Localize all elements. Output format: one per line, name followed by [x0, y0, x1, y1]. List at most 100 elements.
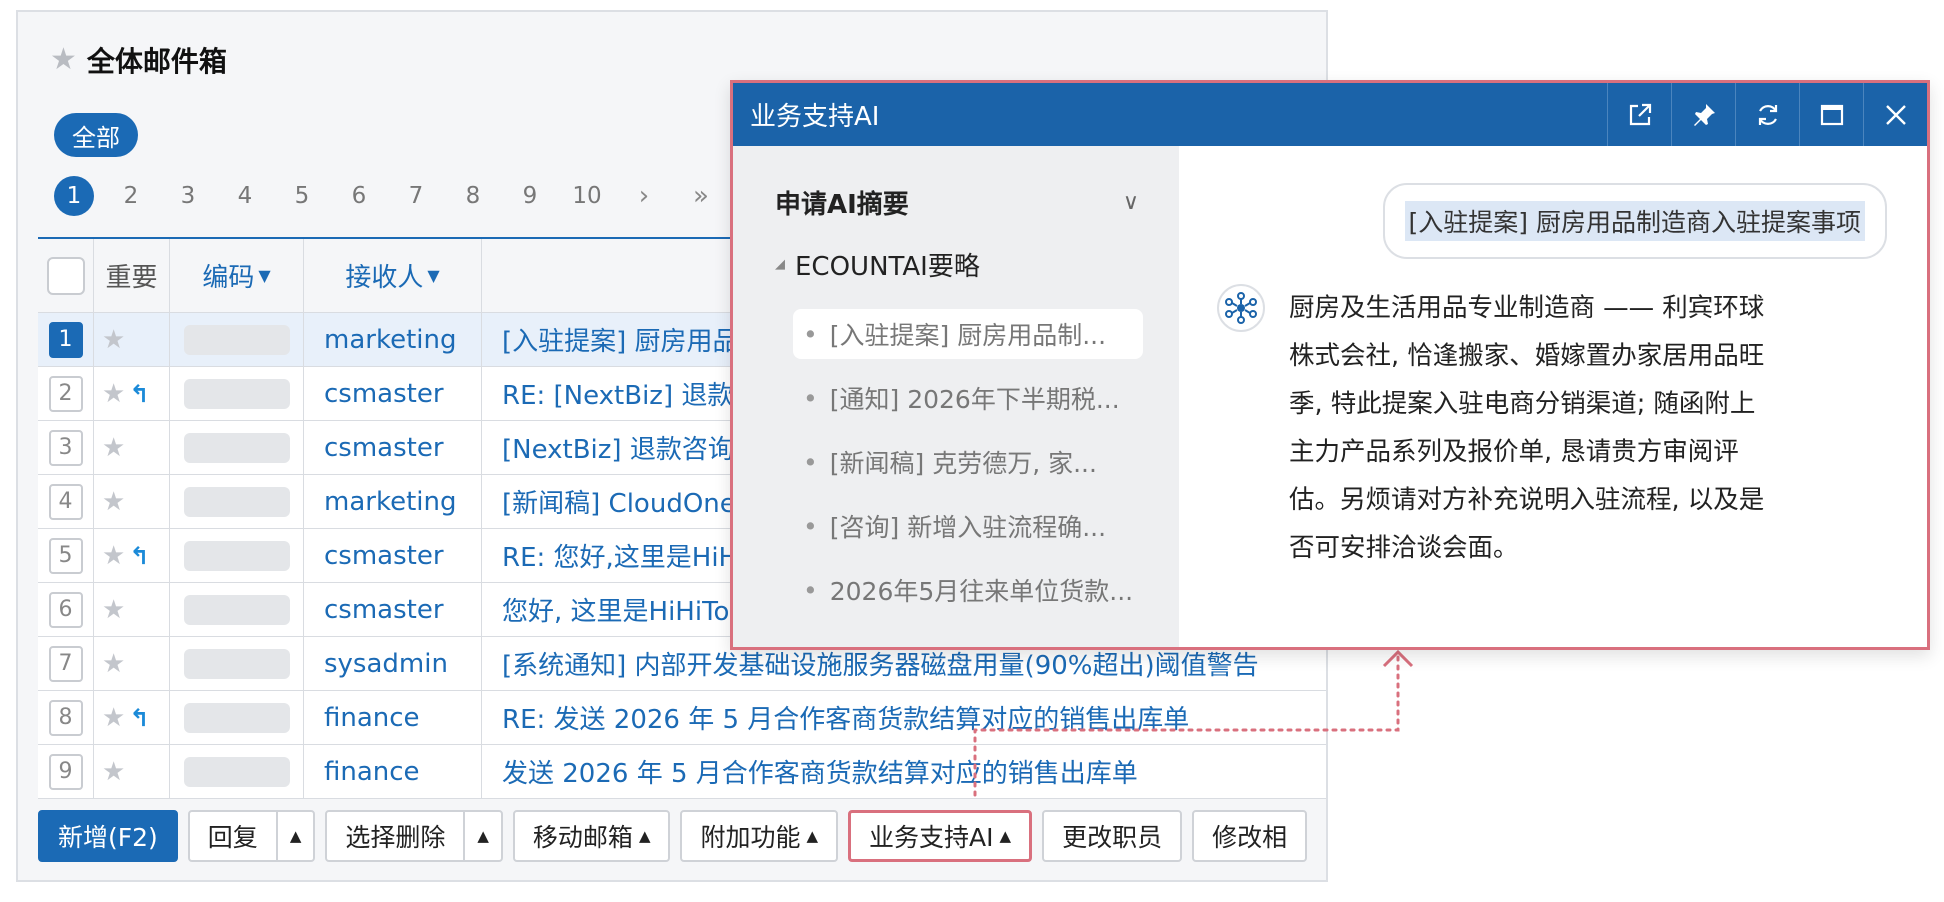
recipient-cell[interactable]: csmaster	[304, 367, 482, 420]
code-placeholder	[183, 594, 290, 625]
header-code[interactable]: 编码 ▼	[170, 239, 304, 312]
chevron-down-icon: ∨	[1122, 189, 1139, 215]
star-icon[interactable]: ★	[102, 433, 125, 463]
mailbox-title: 全体邮件箱	[86, 45, 227, 78]
page-4[interactable]: 4	[225, 176, 265, 216]
open-external-icon[interactable]	[1607, 83, 1671, 146]
subject-cell[interactable]: 发送 2026 年 5 月合作客商货款结算对应的销售出库单	[482, 745, 1326, 798]
new-button[interactable]: 新增(F2)	[38, 810, 178, 862]
page-9[interactable]: 9	[510, 176, 550, 216]
summary-item[interactable]: • 2026年5月往来单位货款...	[793, 565, 1143, 615]
star-icon[interactable]: ★	[102, 757, 125, 787]
star-icon[interactable]: ★	[102, 703, 125, 733]
select-delete-split-button: 选择删除 ▲	[325, 810, 503, 862]
last-page-icon[interactable]: »	[681, 176, 721, 216]
page-2[interactable]: 2	[111, 176, 151, 216]
change-staff-button[interactable]: 更改职员	[1042, 810, 1183, 862]
reply-button[interactable]: 回复	[190, 812, 276, 860]
favorite-star-icon[interactable]: ★	[50, 45, 77, 75]
mailbox-title-bar: ★ 全体邮件箱	[50, 40, 227, 80]
move-mailbox-label: 移动邮箱	[532, 823, 633, 852]
row-number[interactable]: 2	[48, 375, 83, 412]
summary-item-label: 2026年5月往来单位货款...	[829, 577, 1134, 606]
reply-split-button: 回复 ▲	[187, 810, 316, 862]
header-important[interactable]: 重要	[94, 239, 170, 312]
row-number[interactable]: 3	[48, 429, 83, 466]
business-ai-button[interactable]: 业务支持AI ▲	[848, 810, 1033, 862]
summary-item[interactable]: • [通知] 2026年下半期税...	[793, 373, 1143, 423]
page-5[interactable]: 5	[282, 176, 322, 216]
recipient-cell[interactable]: sysadmin	[304, 637, 482, 690]
next-page-icon[interactable]: ›	[624, 176, 664, 216]
code-placeholder	[183, 756, 290, 787]
select-all-checkbox[interactable]	[46, 256, 85, 295]
pin-icon[interactable]	[1671, 83, 1735, 146]
summary-item[interactable]: • [咨询] 新增入驻流程确...	[793, 501, 1143, 551]
star-icon[interactable]: ★	[102, 325, 125, 355]
row-number[interactable]: 1	[48, 321, 83, 358]
delete-dropdown-icon[interactable]: ▲	[463, 812, 501, 860]
recipient-cell[interactable]: finance	[304, 691, 482, 744]
header-code-label: 编码	[202, 263, 255, 293]
code-placeholder	[183, 486, 290, 517]
business-ai-label: 业务支持AI	[869, 823, 994, 852]
business-ai-popup: 业务支持AI 申请AI摘要 ∨ ◢ ECOUNTAI要略 • [入驻提案] 厨房…	[730, 80, 1930, 650]
star-icon[interactable]: ★	[102, 649, 125, 679]
summary-item-label: [新闻稿] 克劳德万, 家...	[829, 449, 1097, 478]
recipient-cell[interactable]: csmaster	[304, 529, 482, 582]
code-placeholder	[183, 378, 290, 409]
star-icon[interactable]: ★	[102, 541, 125, 571]
summary-group[interactable]: ◢ ECOUNTAI要略	[775, 244, 980, 284]
table-row[interactable]: 8 ★ ↰ finance RE: 发送 2026 年 5 月合作客商货款结算对应…	[38, 691, 1326, 745]
subject-cell[interactable]: RE: 发送 2026 年 5 月合作客商货款结算对应的销售出库单	[482, 691, 1326, 744]
page-3[interactable]: 3	[168, 176, 208, 216]
summary-section-header[interactable]: 申请AI摘要 ∨	[775, 182, 1139, 222]
filter-all-tab[interactable]: 全部	[54, 113, 138, 157]
close-icon[interactable]	[1863, 83, 1927, 146]
refresh-icon[interactable]	[1735, 83, 1799, 146]
reply-icon: ↰	[129, 379, 150, 408]
table-row[interactable]: 9 ★ finance 发送 2026 年 5 月合作客商货款结算对应的销售出库…	[38, 745, 1326, 799]
summary-item[interactable]: • [入驻提案] 厨房用品制...	[793, 309, 1143, 359]
row-number[interactable]: 4	[48, 483, 83, 520]
sort-down-icon: ▼	[427, 266, 440, 285]
row-number[interactable]: 6	[48, 591, 83, 628]
reply-icon: ↰	[129, 541, 150, 570]
page-7[interactable]: 7	[396, 176, 436, 216]
modify-button[interactable]: 修改相	[1192, 810, 1308, 862]
header-recipient[interactable]: 接收人 ▼	[304, 239, 482, 312]
reply-dropdown-icon[interactable]: ▲	[275, 812, 314, 860]
recipient-cell[interactable]: marketing	[304, 475, 482, 528]
summary-item[interactable]: • [新闻稿] 克劳德万, 家...	[793, 437, 1143, 487]
summary-item-label: [咨询] 新增入驻流程确...	[829, 513, 1107, 542]
star-icon[interactable]: ★	[102, 595, 125, 625]
recipient-cell[interactable]: csmaster	[304, 421, 482, 474]
star-icon[interactable]: ★	[102, 379, 125, 409]
user-query-text: [入驻提案] 厨房用品制造商入驻提案事项	[1404, 201, 1865, 241]
maximize-icon[interactable]	[1799, 83, 1863, 146]
bullet-icon: •	[803, 383, 818, 413]
row-number[interactable]: 5	[48, 537, 83, 574]
page-10[interactable]: 10	[567, 176, 607, 216]
select-delete-button[interactable]: 选择删除	[327, 812, 463, 860]
user-query-bubble: [入驻提案] 厨房用品制造商入驻提案事项	[1382, 183, 1887, 259]
popup-title: 业务支持AI	[750, 102, 880, 132]
page-6[interactable]: 6	[339, 176, 379, 216]
move-mailbox-button[interactable]: 移动邮箱 ▲	[512, 810, 671, 862]
row-number[interactable]: 7	[48, 645, 83, 682]
summary-section-label: 申请AI摘要	[775, 189, 909, 220]
ai-answer-text: 厨房及生活用品专业制造商 —— 利宾环球株式会社, 恰逢搬家、婚嫁置办家居用品旺…	[1289, 293, 1765, 563]
pagination: 1 2 3 4 5 6 7 8 9 10 › »	[54, 176, 738, 216]
row-number[interactable]: 9	[48, 753, 83, 790]
summary-group-label: ECOUNTAI要略	[795, 251, 980, 282]
addon-button[interactable]: 附加功能 ▲	[680, 810, 839, 862]
recipient-cell[interactable]: csmaster	[304, 583, 482, 636]
star-icon[interactable]: ★	[102, 487, 125, 517]
page-1[interactable]: 1	[54, 176, 94, 216]
header-recipient-label: 接收人	[345, 263, 424, 293]
row-number[interactable]: 8	[48, 699, 83, 736]
recipient-cell[interactable]: finance	[304, 745, 482, 798]
recipient-cell[interactable]: marketing	[304, 313, 482, 366]
addon-label: 附加功能	[700, 823, 801, 852]
page-8[interactable]: 8	[453, 176, 493, 216]
